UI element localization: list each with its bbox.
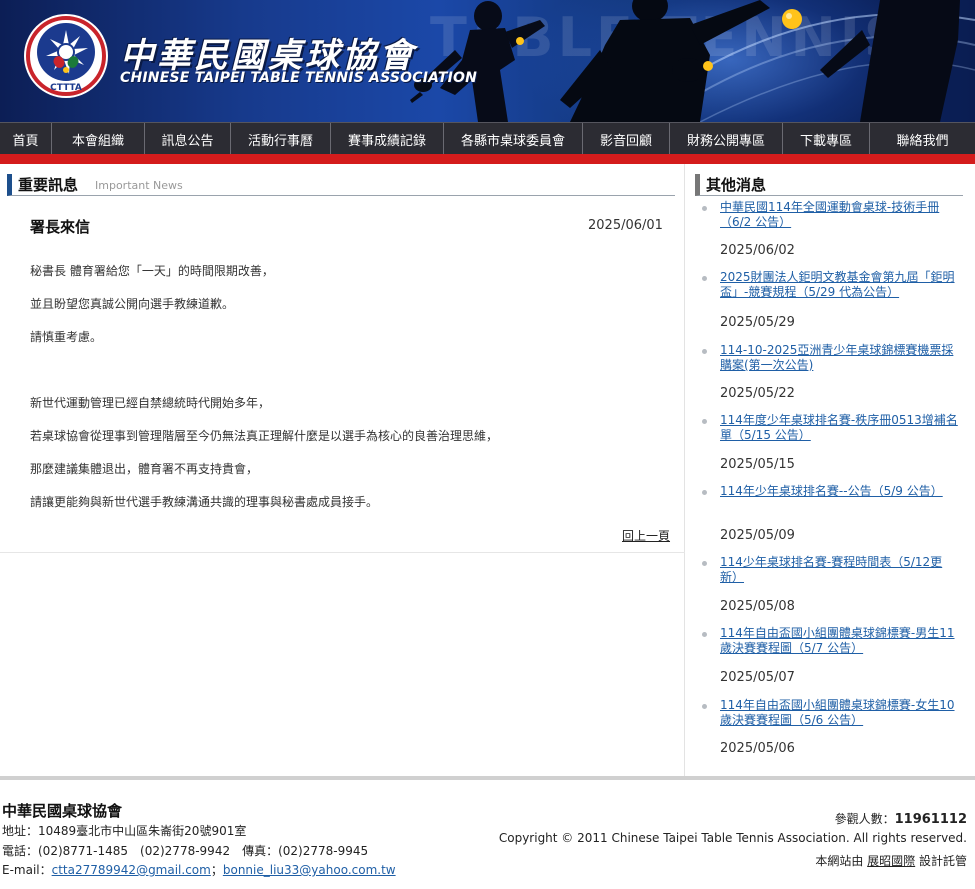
news-link[interactable]: 114年少年桌球排名賽--公告（5/9 公告） xyxy=(720,484,958,499)
bullet-icon xyxy=(702,632,707,637)
logo-text: CTTTA xyxy=(50,83,82,93)
footer-copyright: Copyright © 2011 Chinese Taipei Table Te… xyxy=(498,831,967,845)
bullet-icon xyxy=(702,490,707,495)
bullet-icon xyxy=(702,561,707,566)
designer-link[interactable]: 展昭國際 xyxy=(867,854,915,868)
footer-org-name: 中華民國桌球協會 xyxy=(2,802,123,820)
article-title: 署長來信 xyxy=(30,218,91,236)
bullet-icon xyxy=(702,276,707,281)
ctta-logo: CTTTA xyxy=(24,14,108,98)
bullet-icon xyxy=(702,206,707,211)
news-link[interactable]: 114少年桌球排名賽-賽程時間表（5/12更新） xyxy=(720,555,958,585)
email-separator: ； xyxy=(210,863,223,877)
article-paragraph: 那麼建議集體退出，體育署不再支持貴會， xyxy=(30,462,259,476)
nav-organization[interactable]: 本會組織 xyxy=(52,123,145,155)
section-subtitle: Important News xyxy=(95,179,183,192)
news-link[interactable]: 2025財團法人鉅明文教基金會第九屆「鉅明盃」-競賽規程（5/29 代為公告） xyxy=(720,270,958,300)
footer-email: E-mail：ctta27789942@gmail.com；bonnie_liu… xyxy=(2,861,396,878)
nav-calendar[interactable]: 活動行事曆 xyxy=(231,123,331,155)
designer-prefix: 本網站由 xyxy=(815,854,868,868)
news-link[interactable]: 114年度少年桌球排名賽-秩序冊0513增補名單（5/15 公告） xyxy=(720,413,958,443)
news-date: 2025/05/09 xyxy=(720,528,795,543)
footer-designer: 本網站由 展昭國際 設計託管 xyxy=(815,852,967,869)
article-paragraph: 請慎重考慮。 xyxy=(30,330,103,344)
footer-address: 地址：10489臺北市中山區朱崙街20號901室 xyxy=(2,824,247,838)
nav-results[interactable]: 賽事成績記錄 xyxy=(331,123,444,155)
section-title: 重要訊息 xyxy=(18,176,79,194)
article-paragraph: 新世代運動管理已經自禁總統時代開始多年， xyxy=(30,396,271,410)
article-paragraph: 若桌球協會從理事到管理階層至今仍無法真正理解什麼是以選手為核心的良善治理思維， xyxy=(30,429,499,443)
news-date: 2025/05/22 xyxy=(720,386,795,401)
visitor-counter: 參觀人數：11961112 xyxy=(835,810,967,827)
news-date: 2025/05/06 xyxy=(720,741,795,756)
nav-county-committees[interactable]: 各縣市桌球委員會 xyxy=(444,123,583,155)
nav-downloads[interactable]: 下載專區 xyxy=(783,123,870,155)
footer-phone: 電話：(02)8771-1485 (02)2778-9942 傳真：(02)27… xyxy=(2,844,369,858)
visitors-label: 參觀人數： xyxy=(834,812,895,826)
email-label: E-mail： xyxy=(2,863,52,877)
content-divider xyxy=(0,552,685,553)
news-date: 2025/05/15 xyxy=(720,457,795,472)
news-date: 2025/05/07 xyxy=(720,670,795,685)
news-link[interactable]: 中華民國114年全國運動會桌球-技術手冊（6/2 公告） xyxy=(720,200,958,230)
news-date: 2025/05/08 xyxy=(720,599,795,614)
footer-divider xyxy=(0,776,975,780)
main-nav: 首頁 本會組織 訊息公告 活動行事曆 賽事成績記錄 各縣市桌球委員會 影音回顧 … xyxy=(0,122,975,155)
red-divider-bar xyxy=(0,154,975,164)
nav-announcements[interactable]: 訊息公告 xyxy=(145,123,231,155)
nav-home[interactable]: 首頁 xyxy=(0,123,52,155)
other-news-header: 其他消息 xyxy=(695,174,963,196)
nav-finance[interactable]: 財務公開專區 xyxy=(670,123,783,155)
email-link-2[interactable]: bonnie_liu33@yahoo.com.tw xyxy=(223,863,396,877)
news-date: 2025/06/02 xyxy=(720,243,795,258)
article-paragraph: 請讓更能夠與新世代選手教練溝通共識的理事與秘書處成員接手。 xyxy=(30,495,379,509)
news-date: 2025/05/29 xyxy=(720,315,795,330)
nav-media[interactable]: 影音回顧 xyxy=(583,123,670,155)
news-link[interactable]: 114-10-2025亞洲青少年桌球錦標賽機票採購案(第一次公告) xyxy=(720,343,958,373)
sidebar-title: 其他消息 xyxy=(706,176,767,194)
site-subtitle: CHINESE TAIPEI TABLE TENNIS ASSOCIATION xyxy=(120,70,478,86)
designer-suffix: 設計託管 xyxy=(915,854,967,868)
article-date: 2025/06/01 xyxy=(588,218,663,233)
article-paragraph: 並且盼望您真誠公開向選手教練道歉。 xyxy=(30,297,235,311)
email-link-1[interactable]: ctta27789942@gmail.com xyxy=(52,863,211,877)
back-link[interactable]: 回上一頁 xyxy=(622,527,670,544)
nav-contact[interactable]: 聯絡我們 xyxy=(870,123,975,155)
important-news-header: 重要訊息 Important News xyxy=(7,174,675,196)
bullet-icon xyxy=(702,704,707,709)
site-banner: TABLE TENNIS CTTTA 中華民國桌球協會 CHINESE TAIP… xyxy=(0,0,975,122)
sidebar-other-news: 其他消息 中華民國114年全國運動會桌球-技術手冊（6/2 公告） 2025/0… xyxy=(686,164,975,776)
article-paragraph: 秘書長 體育署給您「一天」的時間限期改善， xyxy=(30,264,274,278)
bullet-icon xyxy=(702,419,707,424)
main-content: 重要訊息 Important News 署長來信 2025/06/01 秘書長 … xyxy=(0,164,685,776)
visitors-count: 11961112 xyxy=(894,812,967,827)
news-link[interactable]: 114年自由盃國小組團體桌球錦標賽-男生11歲決賽賽程圖（5/7 公告） xyxy=(720,626,958,656)
news-link[interactable]: 114年自由盃國小組團體桌球錦標賽-女生10歲決賽賽程圖（5/6 公告） xyxy=(720,698,958,728)
bullet-icon xyxy=(702,349,707,354)
